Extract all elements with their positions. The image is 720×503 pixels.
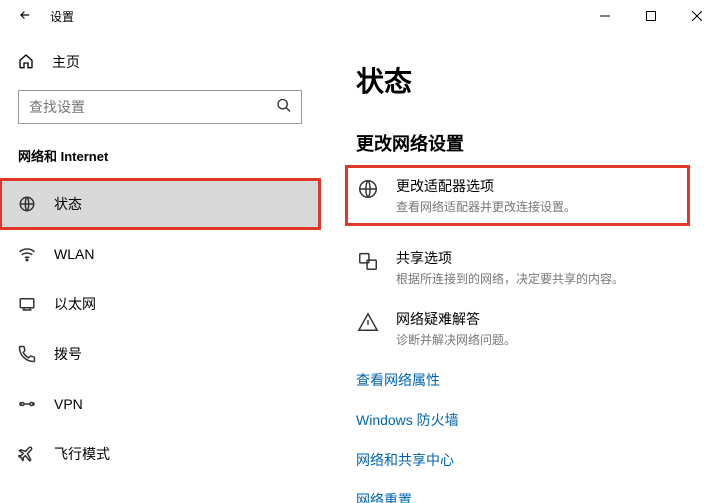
search-container bbox=[18, 90, 302, 124]
option-desc: 根据所连接到的网络，决定要共享的内容。 bbox=[396, 270, 624, 287]
sidebar-item-status[interactable]: 状态 bbox=[0, 179, 320, 229]
section-label: 网络和 Internet bbox=[0, 146, 320, 179]
globe-icon bbox=[356, 178, 380, 200]
option-text: 共享选项 根据所连接到的网络，决定要共享的内容。 bbox=[396, 248, 624, 287]
sidebar-item-label: 飞行模式 bbox=[54, 444, 110, 464]
titlebar-left: 设置 bbox=[0, 8, 74, 25]
option-troubleshoot[interactable]: 网络疑难解答 诊断并解决网络问题。 bbox=[356, 309, 690, 348]
minimize-button[interactable] bbox=[582, 0, 628, 32]
airplane-icon bbox=[18, 445, 36, 463]
option-title: 共享选项 bbox=[396, 248, 624, 268]
sidebar-item-dialup[interactable]: 拨号 bbox=[0, 329, 320, 379]
ethernet-icon bbox=[18, 295, 36, 313]
sidebar-item-ethernet[interactable]: 以太网 bbox=[0, 279, 320, 329]
page-title: 状态 bbox=[356, 60, 690, 100]
option-desc: 查看网络适配器并更改连接设置。 bbox=[396, 198, 576, 215]
link-firewall[interactable]: Windows 防火墙 bbox=[356, 410, 690, 430]
content-panel: 状态 更改网络设置 更改适配器选项 查看网络适配器并更改连接设置。 共享选项 根… bbox=[320, 32, 720, 503]
sidebar-item-label: WLAN bbox=[54, 246, 94, 262]
option-desc: 诊断并解决网络问题。 bbox=[396, 331, 516, 348]
home-icon bbox=[18, 53, 34, 72]
sidebar-item-label: 拨号 bbox=[54, 344, 82, 364]
window-controls bbox=[582, 0, 720, 32]
sidebar-item-label: 状态 bbox=[54, 194, 82, 214]
home-label: 主页 bbox=[52, 52, 80, 72]
sharing-icon bbox=[356, 250, 380, 272]
option-text: 更改适配器选项 查看网络适配器并更改连接设置。 bbox=[396, 176, 576, 215]
sidebar-item-wlan[interactable]: WLAN bbox=[0, 229, 320, 279]
status-icon bbox=[18, 195, 36, 213]
wifi-icon bbox=[18, 245, 36, 263]
sidebar-item-airplane[interactable]: 飞行模式 bbox=[0, 429, 320, 479]
option-text: 网络疑难解答 诊断并解决网络问题。 bbox=[396, 309, 516, 348]
option-adapter[interactable]: 更改适配器选项 查看网络适配器并更改连接设置。 bbox=[345, 165, 690, 226]
sidebar-item-label: 以太网 bbox=[54, 294, 96, 314]
link-properties[interactable]: 查看网络属性 bbox=[356, 370, 690, 390]
vpn-icon bbox=[18, 395, 36, 413]
maximize-button[interactable] bbox=[628, 0, 674, 32]
home-button[interactable]: 主页 bbox=[0, 42, 320, 90]
subtitle: 更改网络设置 bbox=[356, 130, 690, 156]
window-title: 设置 bbox=[50, 8, 74, 25]
warning-icon bbox=[356, 311, 380, 333]
search-input[interactable] bbox=[18, 90, 302, 124]
sidebar: 主页 网络和 Internet 状态 WLAN 以太网 bbox=[0, 32, 320, 503]
sidebar-item-label: VPN bbox=[54, 396, 83, 412]
close-button[interactable] bbox=[674, 0, 720, 32]
titlebar: 设置 bbox=[0, 0, 720, 32]
link-reset[interactable]: 网络重置 bbox=[356, 490, 690, 503]
dialup-icon bbox=[18, 345, 36, 363]
link-sharing-center[interactable]: 网络和共享中心 bbox=[356, 450, 690, 470]
sidebar-item-vpn[interactable]: VPN bbox=[0, 379, 320, 429]
option-title: 网络疑难解答 bbox=[396, 309, 516, 329]
option-title: 更改适配器选项 bbox=[396, 176, 576, 196]
search-icon[interactable] bbox=[276, 98, 292, 117]
back-icon[interactable] bbox=[18, 8, 32, 25]
main-area: 主页 网络和 Internet 状态 WLAN 以太网 bbox=[0, 32, 720, 503]
option-sharing[interactable]: 共享选项 根据所连接到的网络，决定要共享的内容。 bbox=[356, 248, 690, 287]
